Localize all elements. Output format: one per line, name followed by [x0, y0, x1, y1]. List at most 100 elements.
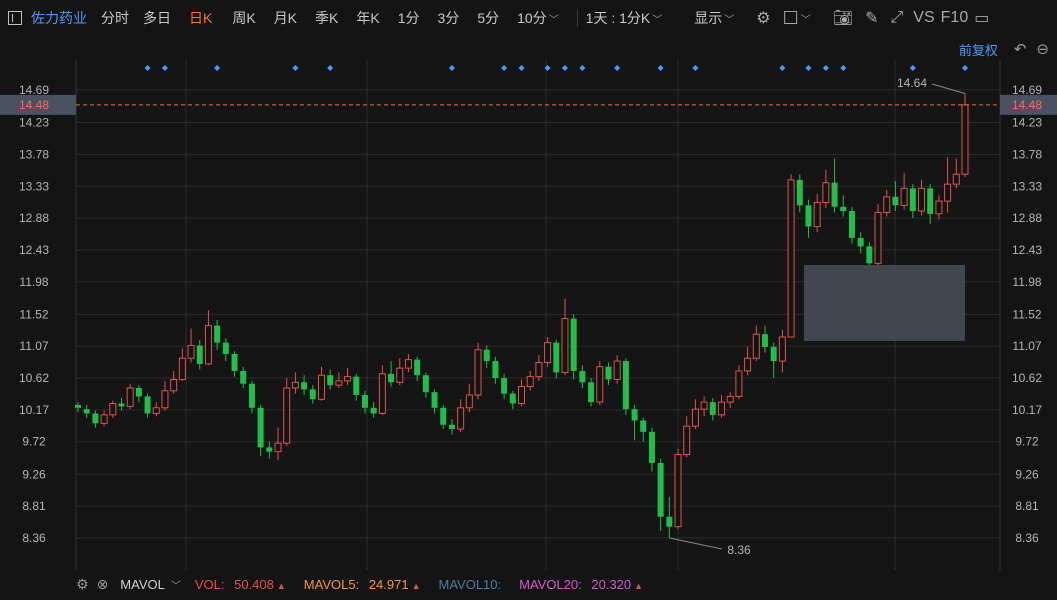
- candle-body: [883, 196, 891, 213]
- candle-body: [378, 373, 386, 414]
- panel-icon[interactable]: ▭: [974, 8, 989, 28]
- candle-body: [474, 349, 482, 396]
- period-tab[interactable]: 多日: [143, 8, 171, 28]
- candle-body: [596, 366, 604, 403]
- price-tick-label: 9.72: [1015, 435, 1039, 449]
- candle-body: [404, 359, 412, 369]
- candle-body: [370, 407, 377, 414]
- candle-body: [126, 387, 134, 407]
- zoom-out-icon[interactable]: ⊖: [1036, 40, 1049, 58]
- period-tab[interactable]: 年K: [356, 8, 379, 28]
- price-tick-label: 12.43: [19, 243, 49, 257]
- candle-body: [291, 381, 299, 389]
- price-tick-label: 11.07: [19, 339, 48, 353]
- candle-body: [840, 206, 847, 212]
- period-tab[interactable]: 1分: [398, 8, 420, 28]
- price-tick-label: 9.26: [22, 467, 46, 481]
- candle-body: [952, 173, 960, 185]
- high-label: 14.64: [897, 76, 927, 90]
- up-arrow-icon: ▲: [411, 580, 421, 591]
- chevron-down-icon[interactable]: ﹀: [724, 11, 734, 26]
- close-icon[interactable]: ⊗: [97, 576, 109, 593]
- fullscreen-icon[interactable]: ⤢: [890, 9, 903, 27]
- candle-body: [544, 342, 552, 363]
- period-tab[interactable]: 季K: [315, 8, 338, 28]
- candle-body: [431, 392, 438, 408]
- current-price-left: 14.48: [19, 98, 49, 112]
- undo-icon[interactable]: ↶: [1014, 40, 1027, 58]
- candle-body: [735, 370, 743, 397]
- period-tab[interactable]: 周K: [232, 8, 255, 28]
- left-price-axis: 14.6914.2313.7813.3312.8812.4311.9811.52…: [19, 83, 49, 545]
- stock-name[interactable]: 佐力药业: [31, 8, 87, 28]
- candle-body: [501, 378, 508, 394]
- candle-body: [144, 396, 151, 414]
- price-tick-label: 10.62: [19, 371, 49, 385]
- vs-button[interactable]: VS: [913, 9, 934, 27]
- candle-body: [770, 346, 777, 362]
- price-tick-label: 8.36: [1015, 531, 1039, 545]
- candle-body: [918, 187, 926, 212]
- chevron-down-icon[interactable]: ﹀: [801, 11, 811, 26]
- candle-body: [570, 318, 577, 371]
- right-price-axis: 14.6914.2313.7813.3312.8812.4311.9811.52…: [1012, 83, 1042, 545]
- chevron-down-icon[interactable]: ﹀: [549, 11, 559, 26]
- display-button[interactable]: 显示: [694, 8, 722, 28]
- candle-body: [674, 453, 682, 528]
- price-tick-label: 8.81: [1015, 499, 1039, 513]
- selection-box[interactable]: [804, 265, 965, 341]
- candle-body: [317, 374, 325, 400]
- price-tick-label: 12.43: [1012, 243, 1042, 257]
- camera-icon[interactable]: 📷︎: [833, 8, 853, 28]
- candle-body: [422, 375, 429, 393]
- candle-body: [874, 211, 882, 264]
- sidebar-toggle-icon[interactable]: [8, 11, 22, 25]
- candle-body: [118, 403, 125, 407]
- candle-body: [248, 383, 255, 408]
- mavol10-label: MAVOL10:: [438, 576, 502, 592]
- price-tick-label: 11.07: [1012, 339, 1041, 353]
- candle-body: [744, 357, 752, 372]
- price-tick-label: 13.78: [1012, 147, 1042, 161]
- candle-body: [465, 394, 473, 409]
- chevron-down-icon[interactable]: ﹀: [171, 577, 181, 592]
- current-price-right: 14.48: [1012, 98, 1042, 112]
- period-tabs: 分时 多日 日K 周K 月K 季K 年K 1分 3分 5分 10分: [101, 8, 547, 28]
- draw-rectangle-icon[interactable]: ☐: [783, 8, 799, 29]
- candle-body: [588, 382, 595, 403]
- candle-body: [709, 402, 716, 415]
- candle-body: [240, 370, 247, 384]
- candle-body: [344, 376, 352, 382]
- up-arrow-icon: ▲: [276, 580, 286, 591]
- chevron-down-icon[interactable]: ﹀: [652, 11, 662, 26]
- candle-body: [327, 375, 334, 386]
- period-tab[interactable]: 5分: [477, 8, 499, 28]
- kline-chart[interactable]: 14.69 14.23 13.78 13.33 12.88 12.43 11.98 11.52…: [0, 60, 1057, 570]
- chart-subbar: 前复权 ↶ ⊖: [959, 37, 1057, 61]
- f10-button[interactable]: F10: [941, 9, 969, 27]
- candle-body: [579, 370, 586, 383]
- range-select[interactable]: 1天 : 1分K: [586, 8, 651, 28]
- kline-chart-svg[interactable]: 14.6914.2313.7813.3312.8812.4311.9811.52…: [0, 60, 1057, 570]
- candle-body: [518, 386, 525, 405]
- gear-icon[interactable]: ⚙: [76, 576, 89, 593]
- vol-value: 50.408: [234, 576, 274, 592]
- settings-icon[interactable]: ⚙: [756, 8, 770, 28]
- candle-body: [691, 408, 699, 427]
- period-tab[interactable]: 日K: [189, 8, 212, 28]
- candle-body: [778, 336, 786, 362]
- period-tab[interactable]: 10分: [517, 8, 547, 28]
- indicator-name[interactable]: MAVOL: [120, 577, 165, 592]
- period-tab[interactable]: 3分: [438, 8, 460, 28]
- mavol20-label: MAVOL20:: [519, 576, 582, 592]
- adjust-mode-button[interactable]: 前复权: [959, 40, 998, 59]
- period-tab[interactable]: 月K: [274, 8, 297, 28]
- period-tab[interactable]: 分时: [101, 8, 129, 28]
- price-tick-label: 9.26: [1015, 467, 1039, 481]
- candle-body: [848, 211, 855, 238]
- price-tick-label: 8.81: [22, 499, 46, 513]
- candle-body: [266, 447, 273, 452]
- candle-body: [831, 182, 838, 207]
- pencil-icon[interactable]: ✎: [865, 8, 878, 28]
- candle-body: [909, 188, 916, 212]
